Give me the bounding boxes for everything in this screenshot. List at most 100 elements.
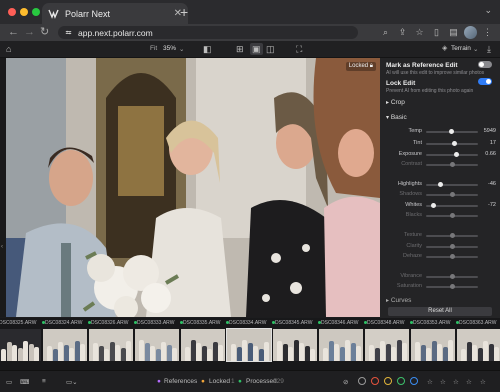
filmstrip-item[interactable]: DSC08326.ARW: [88, 318, 134, 368]
slider-texture[interactable]: Texture: [384, 232, 496, 240]
filmstrip-item[interactable]: DSC08345.ARW: [272, 318, 318, 368]
locked-label[interactable]: Locked: [209, 378, 230, 385]
slider-value[interactable]: 0.66: [482, 151, 496, 157]
filmstrip-thumbnail[interactable]: [319, 329, 363, 361]
slider-knob[interactable]: [450, 254, 455, 259]
lock-edit-toggle[interactable]: [478, 78, 492, 85]
slider-knob[interactable]: [450, 274, 455, 279]
slider-track[interactable]: [426, 233, 478, 238]
slider-vibrance[interactable]: Vibrance: [384, 273, 496, 281]
filmstrip-item[interactable]: DSC08363.ARW: [456, 318, 500, 368]
slider-highlights[interactable]: Highlights -46: [384, 181, 496, 189]
browser-menu-icon[interactable]: ⋮: [482, 27, 493, 38]
filmstrip-item[interactable]: DSC08353.ARW: [410, 318, 456, 368]
filmstrip-thumbnail[interactable]: [226, 328, 272, 362]
slider-value[interactable]: 5949: [482, 128, 496, 134]
slider-knob[interactable]: [450, 244, 455, 249]
sidebar-icon[interactable]: ▯: [431, 27, 442, 38]
star-filter-icon[interactable]: ☆: [466, 378, 472, 386]
slider-whites[interactable]: Whites -72: [384, 202, 496, 210]
slider-track[interactable]: [426, 244, 478, 249]
green-label-filter[interactable]: [397, 377, 405, 385]
slider-shadows[interactable]: Shadows: [384, 191, 496, 199]
slider-knob[interactable]: [452, 141, 458, 146]
slider-track[interactable]: [426, 254, 478, 259]
slider-value[interactable]: -46: [482, 181, 496, 187]
filmstrip-thumbnail[interactable]: [43, 329, 87, 361]
url-field[interactable]: app.next.polarr.com: [58, 26, 358, 39]
profile-avatar[interactable]: [464, 26, 477, 39]
slider-track[interactable]: [426, 284, 478, 289]
slider-exposure[interactable]: Exposure 0.66: [384, 151, 496, 159]
filmstrip-thumbnail[interactable]: [0, 329, 41, 361]
slider-track[interactable]: [426, 182, 478, 187]
filmstrip-thumbnail[interactable]: [411, 329, 455, 361]
slider-track[interactable]: [426, 203, 478, 208]
side-by-side-icon[interactable]: ◫: [266, 43, 275, 55]
grid-view-icon[interactable]: ⊞: [236, 43, 244, 55]
slider-knob[interactable]: [431, 203, 437, 208]
main-photo[interactable]: Locked 🔒︎: [6, 58, 380, 317]
extensions-icon[interactable]: ▤: [448, 27, 459, 38]
home-icon[interactable]: ⌂: [6, 43, 11, 55]
filmstrip-thumbnail[interactable]: [135, 329, 179, 361]
filmstrip-toggle-icon[interactable]: ▭: [6, 378, 12, 386]
slider-knob[interactable]: [450, 162, 455, 167]
slider-track[interactable]: [426, 213, 478, 218]
single-view-icon[interactable]: ▣: [250, 43, 263, 55]
menu-lines-icon[interactable]: ≡: [42, 378, 46, 385]
slider-tint[interactable]: Tint 17: [384, 140, 496, 148]
star-filter-icon[interactable]: ☆: [453, 378, 459, 386]
red-label-filter[interactable]: [371, 377, 379, 385]
expand-left-icon[interactable]: ‹: [1, 244, 3, 250]
reset-all-button[interactable]: Reset All: [388, 307, 492, 316]
close-window-button[interactable]: [8, 8, 16, 16]
slider-dehaze[interactable]: Dehaze: [384, 253, 496, 261]
slider-saturation[interactable]: Saturation: [384, 283, 496, 291]
filmstrip-item[interactable]: DSC08324.ARW: [42, 318, 88, 368]
fullscreen-icon[interactable]: ⛶: [296, 43, 302, 55]
filmstrip-item[interactable]: DSC08333.ARW: [134, 318, 180, 368]
slider-temp[interactable]: Temp 5949: [384, 128, 496, 136]
preset-icon[interactable]: ◈: [442, 43, 447, 55]
filmstrip-thumbnail[interactable]: [457, 329, 500, 361]
folder-icon[interactable]: ▭⌄: [66, 378, 78, 386]
curves-section-header[interactable]: ▸ Curves: [386, 297, 411, 304]
slider-track[interactable]: [426, 192, 478, 197]
filmstrip-item[interactable]: DSC08346.ARW: [318, 318, 364, 368]
slider-value[interactable]: 17: [482, 140, 496, 146]
basic-section-header[interactable]: ▾ Basic: [386, 114, 407, 121]
star-filter-icon[interactable]: ☆: [480, 378, 486, 386]
slider-knob[interactable]: [438, 182, 444, 187]
slider-blacks[interactable]: Blacks: [384, 212, 496, 220]
forward-icon[interactable]: →: [24, 26, 35, 39]
blue-label-filter[interactable]: [410, 377, 418, 385]
keyboard-icon[interactable]: ⌨: [20, 378, 29, 386]
tab-search-icon[interactable]: ⌄: [484, 5, 492, 16]
filmstrip-item[interactable]: DSC08348.ARW: [364, 318, 410, 368]
slider-track[interactable]: [426, 162, 478, 167]
slider-clarity[interactable]: Clarity: [384, 243, 496, 251]
filmstrip-thumbnail[interactable]: [181, 329, 225, 361]
browser-tab-polarr[interactable]: Polarr Next ✕: [42, 3, 188, 24]
maximize-window-button[interactable]: [32, 8, 40, 16]
export-icon[interactable]: ⤓: [487, 43, 491, 55]
yellow-label-filter[interactable]: [384, 377, 392, 385]
slider-track[interactable]: [426, 129, 478, 134]
new-tab-button[interactable]: +: [180, 4, 188, 20]
search-icon[interactable]: ⌕: [380, 27, 391, 38]
slider-knob[interactable]: [448, 129, 454, 134]
minimize-window-button[interactable]: [20, 8, 28, 16]
split-compare-icon[interactable]: ◧: [203, 43, 212, 55]
slider-knob[interactable]: [450, 192, 455, 197]
filmstrip-item[interactable]: DSC08325.ARW: [0, 318, 42, 368]
filmstrip-item[interactable]: DSC08335.ARW: [180, 318, 226, 368]
zoom-dropdown-icon[interactable]: ⌄: [179, 45, 184, 53]
slider-value[interactable]: -72: [482, 202, 496, 208]
bookmark-star-icon[interactable]: ☆: [414, 27, 425, 38]
references-label[interactable]: References: [164, 378, 197, 385]
hidden-eye-icon[interactable]: ⊘: [343, 378, 348, 386]
slider-knob[interactable]: [450, 284, 455, 289]
slider-contrast[interactable]: Contrast: [384, 161, 496, 169]
share-icon[interactable]: ⇪: [397, 27, 408, 38]
